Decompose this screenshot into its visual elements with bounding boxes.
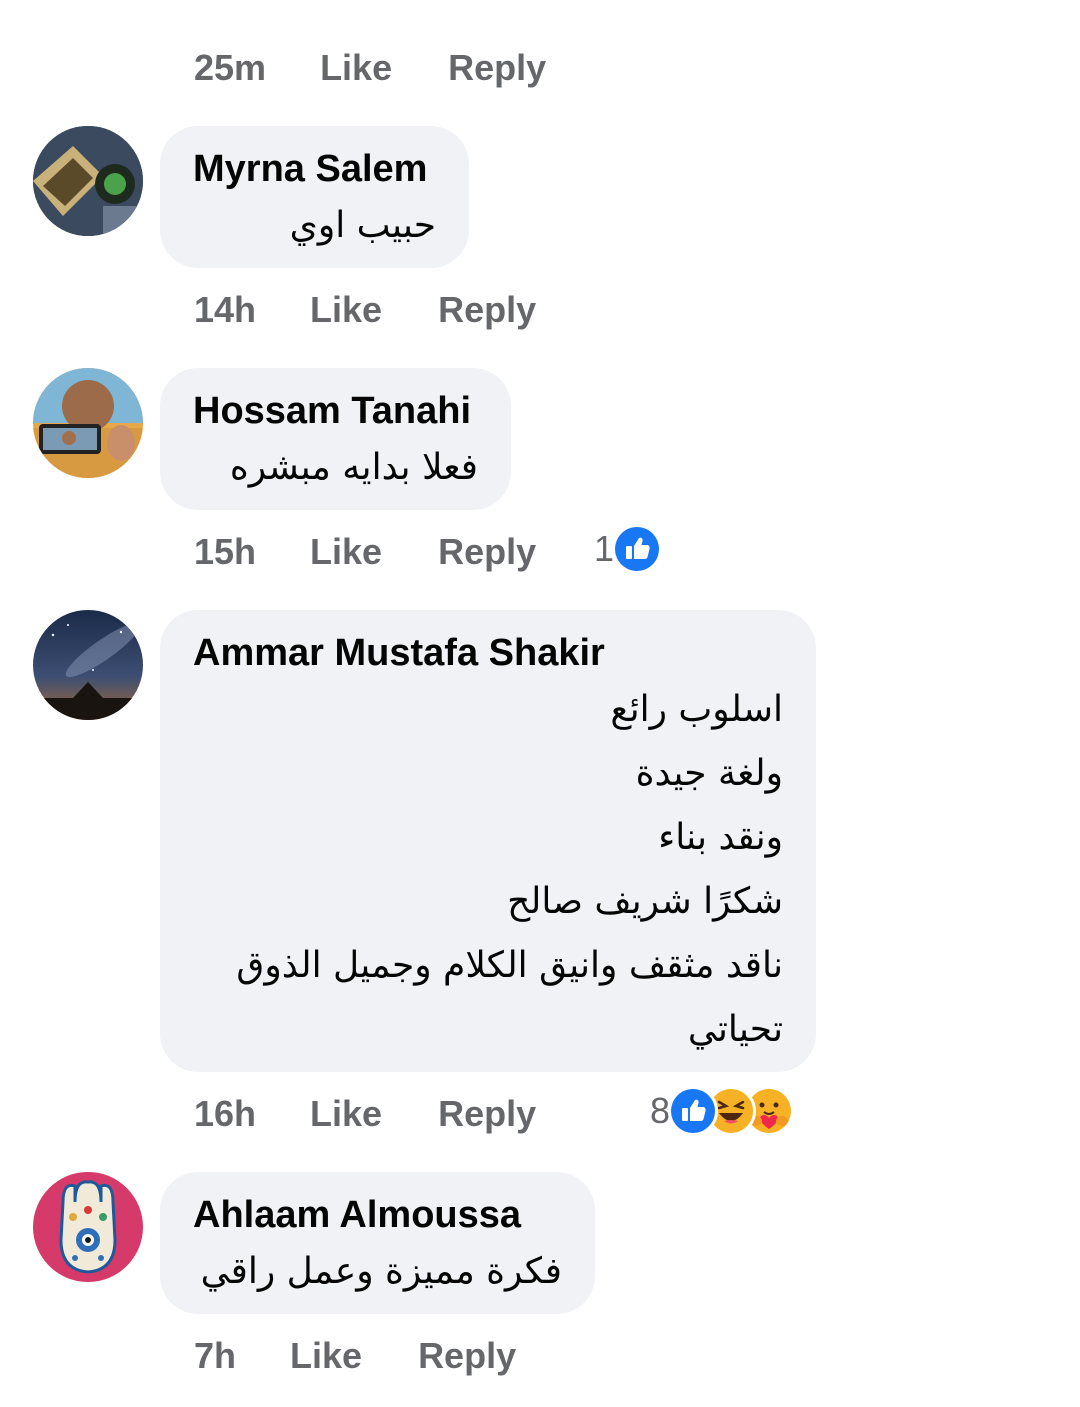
reaction-summary[interactable]: 8	[650, 1086, 795, 1136]
comment-bubble: Myrna Salem حبيب اوي	[160, 126, 469, 268]
comment-text-line: اسلوب رائع	[610, 689, 783, 730]
reply-button[interactable]: Reply	[438, 1090, 536, 1138]
comment-author[interactable]: Ahlaam Almoussa	[193, 1190, 562, 1240]
reply-button[interactable]: Reply	[438, 286, 536, 334]
comment-timestamp[interactable]: 14h	[194, 286, 256, 334]
reply-button[interactable]: Reply	[438, 528, 536, 576]
like-button[interactable]: Like	[310, 1090, 382, 1138]
reply-button[interactable]: Reply	[448, 44, 546, 92]
previous-comment-actions: 25m Like Reply	[194, 44, 546, 92]
comment-text-line: ونقد بناء	[658, 817, 783, 858]
comment-text: حبيب اوي	[289, 205, 436, 246]
avatar[interactable]	[33, 126, 143, 236]
like-button[interactable]: Like	[310, 286, 382, 334]
comment-bubble: Hossam Tanahi فعلا بدايه مبشره	[160, 368, 511, 510]
reaction-summary[interactable]: 1	[594, 524, 663, 574]
comment-actions: 14h Like Reply	[194, 286, 536, 334]
reply-button[interactable]: Reply	[418, 1332, 516, 1380]
comment-bubble: Ammar Mustafa Shakir اسلوب رائع ولغة جيد…	[160, 610, 816, 1072]
like-reaction-icon	[668, 1086, 719, 1136]
comment-bubble: Ahlaam Almoussa فكرة مميزة وعمل راقي	[160, 1172, 595, 1314]
like-button[interactable]: Like	[310, 528, 382, 576]
comment-timestamp[interactable]: 7h	[194, 1332, 236, 1380]
reaction-count: 8	[650, 1090, 671, 1131]
comment-timestamp[interactable]: 25m	[194, 44, 266, 92]
comment-text-line: شكرًا شريف صالح	[507, 881, 783, 922]
comment-author[interactable]: Hossam Tanahi	[193, 386, 478, 436]
comment-text-line: ناقد مثقف وانيق الكلام وجميل الذوق	[236, 945, 783, 986]
comment-text-line: تحياتي	[687, 1009, 783, 1050]
comment-actions: 16h Like Reply	[194, 1090, 536, 1138]
comment-text: فعلا بدايه مبشره	[229, 447, 478, 488]
avatar[interactable]	[33, 610, 143, 720]
comment-timestamp[interactable]: 15h	[194, 528, 256, 576]
comment-text-line: ولغة جيدة	[635, 753, 783, 794]
avatar[interactable]	[33, 1172, 143, 1282]
comment-timestamp[interactable]: 16h	[194, 1090, 256, 1138]
comment-actions: 7h Like Reply	[194, 1332, 516, 1380]
comment-actions: 15h Like Reply	[194, 528, 536, 576]
comment-author[interactable]: Ammar Mustafa Shakir	[193, 628, 783, 678]
comment-text: فكرة مميزة وعمل راقي	[200, 1251, 562, 1292]
reaction-count: 1	[594, 528, 615, 569]
like-button[interactable]: Like	[320, 44, 392, 92]
avatar[interactable]	[33, 368, 143, 478]
like-button[interactable]: Like	[290, 1332, 362, 1380]
comment-author[interactable]: Myrna Salem	[193, 144, 436, 194]
like-reaction-icon	[612, 524, 663, 574]
